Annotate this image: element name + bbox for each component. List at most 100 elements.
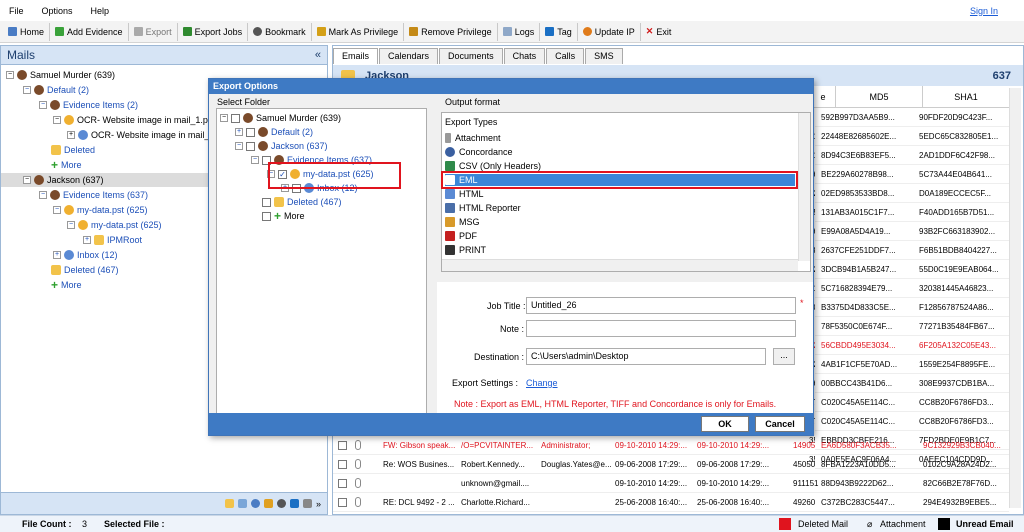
tree-node-evidence-items[interactable]: − Evidence Items (2) xyxy=(39,98,138,112)
add-evidence-button[interactable]: Add Evidence xyxy=(50,22,129,41)
home-button[interactable]: Home xyxy=(3,22,51,41)
table-row[interactable]: 20B3375D4D833C5E...F12856787524A86... xyxy=(809,298,1011,317)
tab-emails[interactable]: Emails xyxy=(333,48,379,64)
note-input[interactable] xyxy=(526,320,796,337)
expand-icon[interactable]: + xyxy=(235,128,243,136)
tree-node-deleted-467[interactable]: Deleted (467) xyxy=(51,263,119,277)
expand-icon[interactable]: + xyxy=(53,251,61,259)
trash-icon[interactable] xyxy=(302,499,312,508)
tab-calendars[interactable]: Calendars xyxy=(379,48,439,64)
mark-privilege-button[interactable]: Mark As Privilege xyxy=(312,22,405,41)
exit-button[interactable]: ✕ Exit xyxy=(641,23,677,41)
format-list-hscroll[interactable] xyxy=(442,259,798,271)
tree-node-ocr-sub[interactable]: + OCR- Website image in mail_1.pst xyxy=(67,128,229,142)
more-options-icon[interactable]: » xyxy=(316,499,321,509)
browse-button[interactable]: ... xyxy=(773,348,795,365)
folder-checkbox[interactable] xyxy=(231,113,240,123)
remove-privilege-button[interactable]: Remove Privilege xyxy=(404,22,498,41)
search-icon[interactable] xyxy=(250,499,260,508)
table-row[interactable]: 3256CBDD495E3034...6F205A132C05E43... xyxy=(809,336,1011,355)
collapse-panel-button[interactable]: « xyxy=(315,49,321,61)
table-row[interactable]: 324AB1F1CF5E70AD...1559E254F8895FE... xyxy=(809,355,1011,374)
expand-icon[interactable]: + xyxy=(67,131,75,139)
tree-node-evidence-items-637[interactable]: − Evidence Items (637) xyxy=(39,188,148,202)
dlg-node-samuel[interactable]: − Samuel Murder (639) xyxy=(220,111,341,125)
table-row[interactable]: 35131AB3A015C1F7...F40ADD165B7D51... xyxy=(809,203,1011,222)
format-list-vscroll[interactable] xyxy=(798,113,810,261)
collapse-icon[interactable]: − xyxy=(6,71,14,79)
format-pdf[interactable]: PDF xyxy=(445,230,795,242)
table-row[interactable]: 37C020C45A5E114C...CC8B20F6786FD3... xyxy=(809,412,1011,431)
export-jobs-button[interactable]: Export Jobs xyxy=(178,22,249,41)
table-row[interactable]: 9122448E82685602E...5EDC65C832805E1... xyxy=(809,127,1011,146)
collapse-icon[interactable]: − xyxy=(220,114,228,122)
folder-icon[interactable] xyxy=(224,499,234,508)
export-button[interactable]: Export xyxy=(129,22,178,41)
collapse-icon[interactable]: − xyxy=(235,142,243,150)
menu-options[interactable]: Options xyxy=(33,6,82,16)
tree-node-inbox[interactable]: + Inbox (12) xyxy=(53,248,118,262)
tree-node-default[interactable]: − Default (2) xyxy=(23,83,89,97)
collapse-icon[interactable]: − xyxy=(53,116,61,124)
collapse-icon[interactable]: − xyxy=(67,221,75,229)
destination-input[interactable]: C:\Users\admin\Desktop xyxy=(526,348,766,365)
bookmark-button[interactable]: Bookmark xyxy=(248,22,312,41)
logs-button[interactable]: Logs xyxy=(498,22,541,41)
dlg-node-more[interactable]: + More xyxy=(262,209,305,223)
folder-checkbox[interactable] xyxy=(246,141,255,151)
format-print[interactable]: PRINT xyxy=(445,244,795,256)
format-html-reporter[interactable]: HTML Reporter xyxy=(445,202,795,214)
col-sha1[interactable]: SHA1 xyxy=(922,86,1009,107)
row-checkbox[interactable] xyxy=(338,478,347,488)
table-row[interactable]: 323DCB94B1A5B247...55D0C19E9EAB064... xyxy=(809,260,1011,279)
tree-node-mydata[interactable]: − my-data.pst (625) xyxy=(53,203,148,217)
menu-file[interactable]: File xyxy=(0,6,33,16)
collapse-icon[interactable]: − xyxy=(251,156,259,164)
ok-button[interactable]: OK xyxy=(701,416,749,432)
tab-calls[interactable]: Calls xyxy=(546,48,585,64)
dlg-node-default[interactable]: + Default (2) xyxy=(235,125,313,139)
table-row[interactable]: 315C716828394E79...320381445A46823... xyxy=(809,279,1011,298)
table-row[interactable]: 36E99A08A5D4A19...93B2FC663183902... xyxy=(809,222,1011,241)
table-row[interactable]: Re: WOS Busines... Robert.Kennedy... Dougl… xyxy=(333,455,1009,474)
tag-button[interactable]: Tag xyxy=(540,22,578,41)
dlg-node-jackson[interactable]: − Jackson (637) xyxy=(235,139,328,153)
tree-node-more[interactable]: + More xyxy=(51,158,82,172)
vertical-scrollbar[interactable] xyxy=(1009,88,1021,508)
tree-node-ipmroot[interactable]: + IPMRoot xyxy=(83,233,142,247)
format-msg[interactable]: MSG xyxy=(445,216,795,228)
pencil-icon[interactable] xyxy=(263,499,273,508)
dlg-node-deleted[interactable]: Deleted (467) xyxy=(262,195,342,209)
table-row[interactable]: 3202ED9853533BD8...D0A189ECCEC5F... xyxy=(809,184,1011,203)
row-checkbox[interactable] xyxy=(338,459,347,469)
table-row[interactable]: FW: Gibson speak... /O=PCVITAINTER... Admi… xyxy=(333,436,1009,455)
format-html[interactable]: HTML xyxy=(445,188,795,200)
table-row[interactable]: 37C020C45A5E114C...CC8B20F6786FD3... xyxy=(809,393,1011,412)
table-row[interactable]: 782637CFE251DDF7...F6B51BDB8404227... xyxy=(809,241,1011,260)
col-partial[interactable]: e xyxy=(811,86,835,107)
tab-chats[interactable]: Chats xyxy=(503,48,546,64)
cancel-button[interactable]: Cancel xyxy=(755,416,805,432)
eye-icon[interactable] xyxy=(276,499,286,508)
table-row[interactable]: 2592B997D3AA5B9...90FDF20D9C423F... xyxy=(809,108,1011,127)
tab-documents[interactable]: Documents xyxy=(439,48,503,64)
collapse-icon[interactable]: − xyxy=(39,101,47,109)
tag-icon[interactable] xyxy=(289,499,299,508)
folder-checkbox[interactable] xyxy=(246,127,255,137)
table-row[interactable]: RE: DCL 9492 - 2 ... Charlotte.Richard...… xyxy=(333,493,1009,512)
tree-node-more-2[interactable]: + More xyxy=(51,278,82,292)
job-title-input[interactable]: Untitled_26 xyxy=(526,297,796,314)
row-checkbox[interactable] xyxy=(338,440,347,450)
row-checkbox[interactable] xyxy=(338,497,347,507)
menu-help[interactable]: Help xyxy=(82,6,119,16)
tab-sms[interactable]: SMS xyxy=(585,48,623,64)
signin-link[interactable]: Sign In xyxy=(961,6,1007,16)
folder-checkbox[interactable] xyxy=(262,197,271,207)
table-row[interactable]: 78F5350C0E674F... 77271B35484FB67... xyxy=(815,317,1011,336)
folder-checkbox[interactable] xyxy=(262,211,271,221)
table-row[interactable]: 3600BBCC43B41D6...308E9937CDB1BA... xyxy=(809,374,1011,393)
tree-node-mydata-sub[interactable]: − my-data.pst (625) xyxy=(67,218,162,232)
format-attachment[interactable]: Attachment xyxy=(445,132,795,144)
tree-node-samuel[interactable]: − Samuel Murder (639) xyxy=(6,68,115,82)
col-md5[interactable]: MD5 xyxy=(835,86,922,107)
